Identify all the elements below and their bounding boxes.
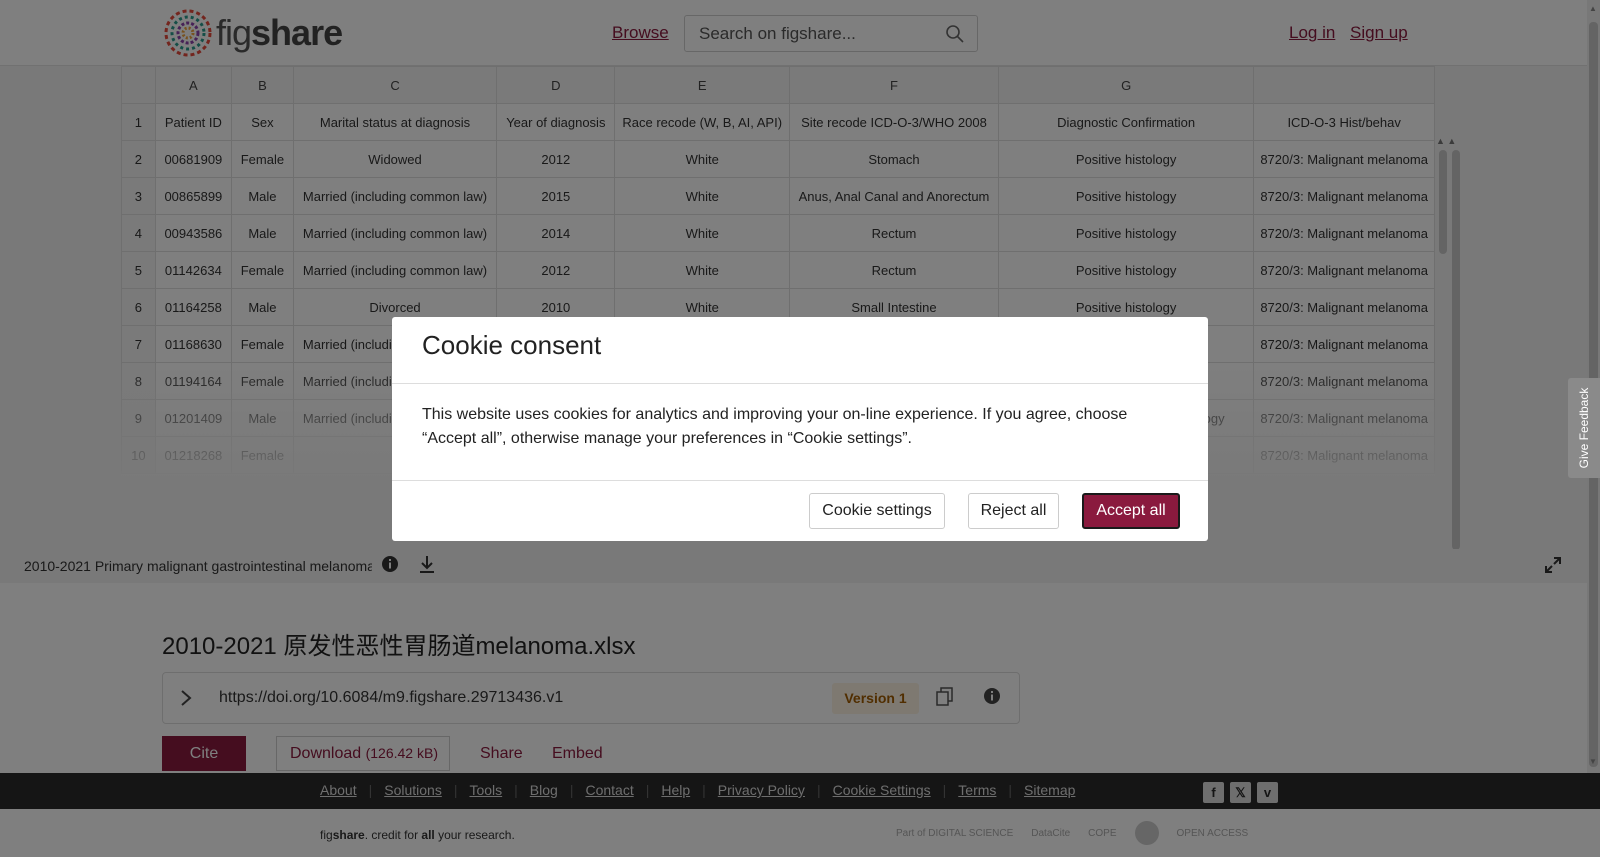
give-feedback-tab[interactable]: Give Feedback <box>1568 378 1600 478</box>
divider <box>392 480 1208 481</box>
cookie-settings-button[interactable]: Cookie settings <box>809 493 945 529</box>
feedback-label: Give Feedback <box>1577 387 1591 469</box>
accept-all-button[interactable]: Accept all <box>1082 493 1180 529</box>
divider <box>392 383 1208 384</box>
cookie-consent-dialog: Cookie consent This website uses cookies… <box>392 317 1208 541</box>
reject-all-button[interactable]: Reject all <box>968 493 1059 529</box>
dialog-body: This website uses cookies for analytics … <box>422 406 1128 447</box>
dialog-title: Cookie consent <box>422 330 602 360</box>
